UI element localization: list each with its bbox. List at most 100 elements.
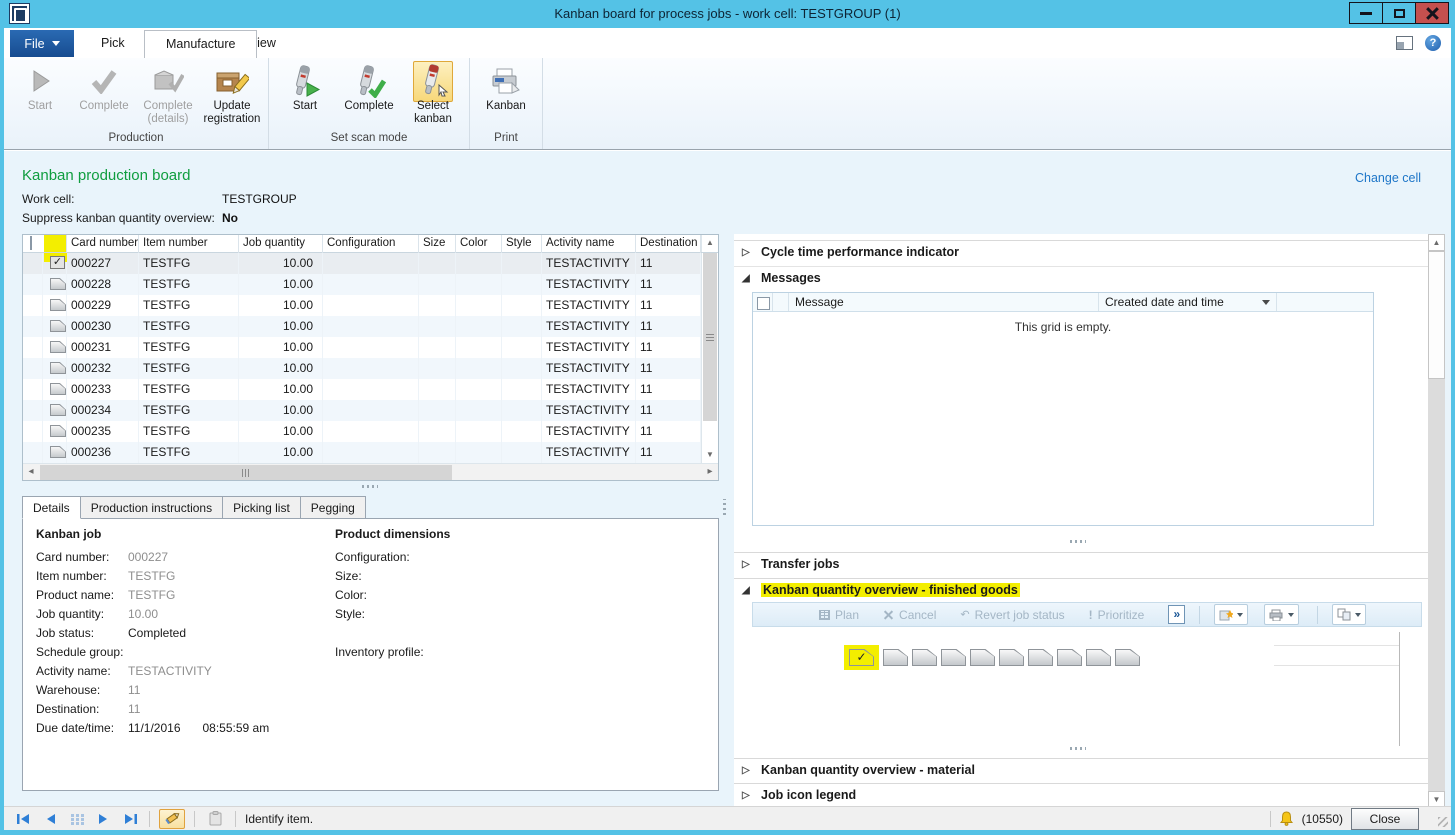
minimize-button[interactable] <box>1349 2 1383 24</box>
column-header[interactable]: Style <box>502 235 542 253</box>
edit-record-button[interactable] <box>159 809 185 829</box>
table-row[interactable]: 000228TESTFG10.00TESTACTIVITY11 <box>23 274 718 295</box>
next-record-button[interactable] <box>95 811 113 827</box>
tab-picking-list[interactable]: Picking list <box>223 496 301 519</box>
revert-job-status-button[interactable]: ↶ Revert job status <box>960 608 1064 622</box>
notification-bell-icon[interactable] <box>1279 811 1294 826</box>
table-row[interactable]: 000232TESTFG10.00TESTACTIVITY11 <box>23 358 718 379</box>
tab-pegging[interactable]: Pegging <box>301 496 366 519</box>
column-header[interactable]: Activity name <box>542 235 636 253</box>
grid-horizontal-scrollbar[interactable]: ◂ ▸ <box>23 463 718 480</box>
table-row[interactable]: 000229TESTFG10.00TESTACTIVITY11 <box>23 295 718 316</box>
column-header[interactable]: Card number <box>67 235 139 253</box>
kanban-overview-card[interactable] <box>941 649 966 666</box>
scroll-up-icon[interactable]: ▲ <box>1428 234 1445 251</box>
column-header[interactable]: Configuration <box>323 235 419 253</box>
kanban-overview-card[interactable] <box>1028 649 1053 666</box>
cancel-button[interactable]: Cancel <box>883 608 936 622</box>
table-row[interactable]: 000236TESTFG10.00TESTACTIVITY11 <box>23 442 718 463</box>
new-dropdown-button[interactable] <box>1214 604 1248 625</box>
section-material-overview[interactable]: Kanban quantity overview - material <box>734 758 1428 781</box>
group-label-production: Production <box>8 132 264 149</box>
tab-manufacture[interactable]: Manufacture <box>144 30 257 58</box>
start-button[interactable]: Start <box>8 60 72 113</box>
tab-pick[interactable]: Pick <box>80 30 146 58</box>
kanban-overview-card[interactable] <box>883 649 908 666</box>
table-row[interactable]: 000230TESTFG10.00TESTACTIVITY11 <box>23 316 718 337</box>
change-cell-link[interactable]: Change cell <box>1355 171 1421 185</box>
table-row[interactable]: 000234TESTFG10.00TESTACTIVITY11 <box>23 400 718 421</box>
scroll-down-icon[interactable]: ▼ <box>702 447 718 463</box>
grid-view-button[interactable] <box>68 811 86 827</box>
first-record-button[interactable] <box>14 811 32 827</box>
splitter-handle[interactable] <box>362 485 378 488</box>
resize-grip[interactable] <box>1438 817 1448 827</box>
kanban-overview-card[interactable] <box>1086 649 1111 666</box>
section-transfer-jobs[interactable]: Transfer jobs <box>734 552 1428 575</box>
table-row[interactable]: 000233TESTFG10.00TESTACTIVITY11 <box>23 379 718 400</box>
pane-splitter-handle[interactable] <box>723 499 726 515</box>
select-kanban-button[interactable]: Select kanban <box>401 60 465 126</box>
print-kanban-button[interactable]: Kanban <box>474 60 538 113</box>
plan-button[interactable]: Plan <box>819 608 859 622</box>
section-fg-overview[interactable]: Kanban quantity overview - finished good… <box>734 578 1428 601</box>
scan-start-button[interactable]: Start <box>273 60 337 113</box>
messages-select-all-checkbox[interactable] <box>757 297 770 310</box>
kanban-overview-card[interactable] <box>970 649 995 666</box>
maximize-button[interactable] <box>1382 2 1416 24</box>
column-header[interactable]: Destination <box>636 235 701 253</box>
last-record-button[interactable] <box>122 811 140 827</box>
complete-button[interactable]: Complete <box>72 60 136 113</box>
tab-file[interactable]: File <box>10 30 74 57</box>
kanban-overview-card[interactable] <box>1115 649 1140 666</box>
kanban-overview-card[interactable] <box>1057 649 1082 666</box>
kanban-overview-card[interactable] <box>912 649 937 666</box>
column-header[interactable]: Item number <box>139 235 239 253</box>
message-column-header[interactable]: Message <box>789 293 1099 311</box>
splitter-handle[interactable] <box>1070 747 1086 750</box>
column-header[interactable]: Job quantity <box>239 235 323 253</box>
select-all-checkbox[interactable] <box>30 236 32 250</box>
panel-vertical-scrollbar[interactable]: ▲ ▼ <box>1428 234 1445 806</box>
close-window-button[interactable] <box>1415 2 1449 24</box>
print-dropdown-button[interactable] <box>1264 604 1299 625</box>
attach-document-button[interactable] <box>204 810 226 828</box>
close-button[interactable]: Close <box>1351 808 1419 830</box>
column-header[interactable]: Color <box>456 235 502 253</box>
prioritize-button[interactable]: ! Prioritize <box>1089 608 1145 622</box>
table-row[interactable]: 000235TESTFG10.00TESTACTIVITY11 <box>23 421 718 442</box>
scroll-thumb[interactable] <box>1428 251 1445 379</box>
filter-dropdown-icon[interactable] <box>1262 300 1270 305</box>
scroll-left-icon[interactable]: ◂ <box>23 464 39 480</box>
created-column-header[interactable]: Created date and time <box>1099 293 1277 311</box>
tab-production-instructions[interactable]: Production instructions <box>81 496 223 519</box>
grid-vertical-scrollbar[interactable]: ▲ ▼ <box>701 235 718 463</box>
table-row[interactable]: ✓000227TESTFG10.00TESTACTIVITY11 <box>23 253 718 274</box>
complete-details-button[interactable]: Complete (details) <box>136 60 200 126</box>
kanban-overview-card[interactable] <box>999 649 1024 666</box>
detail-field: Card number:000227 <box>36 548 326 567</box>
job-completed-icon: ✓ <box>50 256 65 269</box>
kanban-overview-card[interactable]: ✓ <box>849 649 874 666</box>
column-header[interactable]: Size <box>419 235 456 253</box>
help-icon[interactable] <box>1425 35 1441 51</box>
previous-record-button[interactable] <box>41 811 59 827</box>
view-dropdown-button[interactable] <box>1332 604 1366 625</box>
layout-icon[interactable] <box>1396 36 1413 50</box>
dimension-field: Color: <box>335 586 575 605</box>
section-messages[interactable]: Messages <box>734 266 1428 289</box>
toolbar-overflow-button[interactable] <box>1168 605 1185 624</box>
detail-tabs: Details Production instructions Picking … <box>22 496 366 519</box>
scan-complete-button[interactable]: Complete <box>337 60 401 113</box>
scroll-down-icon[interactable]: ▼ <box>1428 791 1445 806</box>
section-job-icon-legend[interactable]: Job icon legend <box>734 783 1428 806</box>
scroll-thumb[interactable] <box>703 253 717 421</box>
update-registration-button[interactable]: Update registration <box>200 60 264 126</box>
table-row[interactable]: 000231TESTFG10.00TESTACTIVITY11 <box>23 337 718 358</box>
scroll-right-icon[interactable]: ▸ <box>702 464 718 480</box>
suppress-value: No <box>222 211 238 225</box>
section-cycle-time[interactable]: Cycle time performance indicator <box>734 240 1428 263</box>
splitter-handle[interactable] <box>1070 540 1086 543</box>
tab-details[interactable]: Details <box>22 496 81 519</box>
scroll-thumb[interactable] <box>40 465 452 480</box>
